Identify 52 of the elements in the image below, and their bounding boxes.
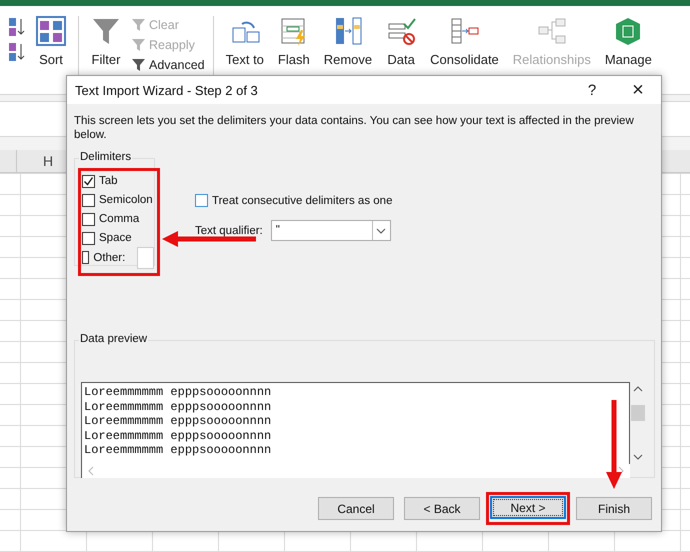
checkbox-label[interactable]: Tab [99, 175, 118, 187]
chevron-right-icon [618, 466, 624, 476]
checkbox[interactable] [82, 174, 95, 188]
consolidate-icon [449, 16, 480, 46]
scrollbar-thumb[interactable] [631, 405, 645, 421]
funnel-icon [131, 36, 147, 52]
ribbon-button[interactable]: Data [382, 16, 420, 67]
dialog-button[interactable]: Next > [490, 496, 566, 519]
checkbox[interactable] [82, 232, 95, 244]
chevron-up-icon [633, 386, 643, 392]
field-label: Text qualifier: [195, 224, 263, 236]
chevron-down-icon [633, 454, 643, 460]
preview-text: Loreemmmmmm epppsooooonnnn Loreemmmmmm epppsooooonnnn Loreemmmmmm epppsooooonnnn Loreemmmmmm epppsooooonnnn Loreemmmmmm epppsooooonnnn [81, 382, 630, 464]
help-button[interactable]: ? [569, 82, 615, 98]
dialog-button[interactable]: Cancel [318, 497, 394, 520]
chevron-left-icon [88, 466, 94, 476]
description-text: This screen lets you set the delimiters your data contains. You can see how your text is affected in the preview below. [74, 114, 635, 142]
dialog-button[interactable]: Finish [576, 497, 652, 520]
checkbox-label[interactable]: Space [99, 232, 132, 244]
dropdown[interactable]: " [270, 220, 391, 241]
funnel-icon [131, 16, 147, 32]
data-validation-icon [386, 16, 416, 46]
scrollbar[interactable] [81, 464, 630, 478]
group-title: Data preview [79, 333, 148, 345]
checkbox[interactable] [82, 194, 95, 206]
ribbon-button[interactable]: Text to [222, 16, 268, 67]
relationships-icon [536, 16, 567, 46]
chevron-down-icon [376, 228, 386, 234]
window-title: Text Import Wizard - Step 2 of 3 [75, 82, 259, 98]
ribbon-button[interactable]: Consolidate [426, 16, 503, 67]
ribbon-button[interactable]: Flash [274, 16, 314, 67]
close-button[interactable]: × [615, 78, 661, 102]
checkbox-label[interactable]: Comma [99, 213, 140, 225]
funnel-icon [131, 56, 147, 72]
sort-icon [36, 16, 66, 46]
checkbox[interactable] [82, 212, 95, 226]
checkbox-label[interactable]: Treat consecutive delimiters as one [212, 194, 392, 206]
checkbox[interactable] [195, 194, 208, 207]
checkbox-label[interactable]: Semicolon [99, 194, 153, 206]
ribbon-button[interactable]: Manage [600, 16, 656, 67]
filter-button[interactable]: Filter [87, 16, 125, 67]
sort-button[interactable]: Sort [32, 16, 70, 67]
input-field[interactable] [137, 246, 154, 268]
sort-ascending-icon [8, 16, 26, 38]
ribbon-button[interactable]: Remove [320, 16, 376, 67]
checkbox-label[interactable]: Other: [93, 252, 126, 264]
sort-descending-icon [8, 41, 26, 63]
dialog-button[interactable]: < Back [404, 497, 480, 520]
group-title: Delimiters [79, 151, 132, 163]
funnel-icon [91, 16, 121, 46]
filter-option[interactable]: Advanced [131, 56, 205, 73]
checkbox[interactable] [82, 251, 90, 264]
